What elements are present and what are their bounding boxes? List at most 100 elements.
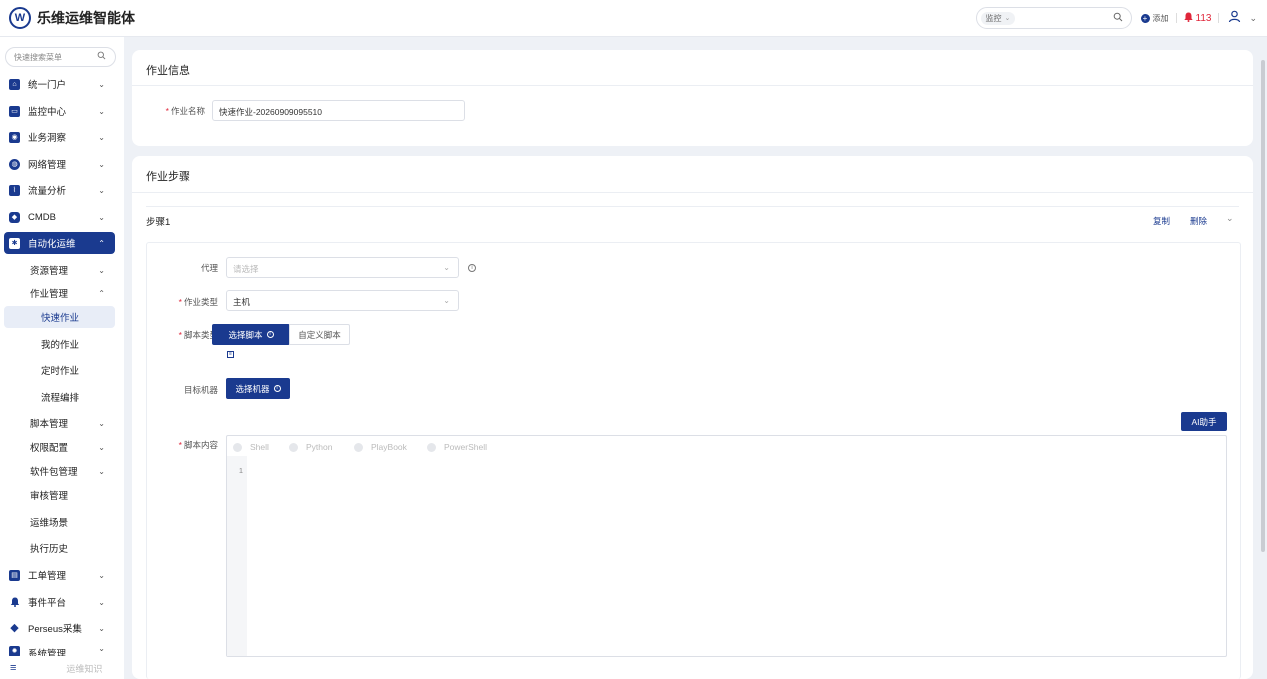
info-icon: i [273, 385, 281, 392]
custom-script-label: 自定义脚本 [298, 329, 341, 340]
proxy-select[interactable]: 请选择 ⌄ [226, 257, 459, 278]
job-info-card: 作业信息 * 作业名称 快速作业-20260909095510 [132, 50, 1253, 146]
lang-radio-shell[interactable]: Shell [233, 442, 269, 452]
chevron-down-icon: ⌄ [98, 79, 105, 89]
editor-gutter: 1 [227, 456, 247, 656]
logo[interactable]: W 乐维运维智能体 [9, 7, 135, 29]
chevron-down-icon: ⌄ [98, 644, 105, 653]
sidebar-item-perseus[interactable]: ◆ Perseus采集 ⌄ [4, 617, 115, 639]
chevron-down-icon[interactable]: ⌄ [1249, 13, 1257, 24]
alarm-button[interactable]: 113 [1183, 12, 1211, 25]
sidebar-subitem-package[interactable]: 软件包管理 ⌄ [4, 460, 115, 482]
sidebar-item-label: 我的作业 [41, 340, 80, 351]
sidebar-item-label: 脚本管理 [30, 419, 69, 430]
chevron-down-icon: ⌄ [98, 442, 105, 452]
chevron-down-icon: ⌄ [98, 185, 105, 195]
gear-icon: ✱ [9, 237, 20, 249]
divider [132, 85, 1253, 86]
sidebar-subitem-scenario[interactable]: 运维场景 [4, 511, 115, 533]
sidebar-item-label: 网络管理 [28, 160, 67, 171]
knowledge-link[interactable]: 运维知识 [66, 662, 102, 675]
job-steps-title: 作业步骤 [146, 171, 190, 183]
sidebar-item-label: 事件平台 [28, 598, 67, 609]
ticket-icon: ▤ [9, 569, 20, 581]
copy-step-button[interactable]: 复制 [1153, 215, 1170, 227]
sidebar-leaf-my-jobs[interactable]: 我的作业 [4, 333, 115, 355]
sidebar-leaf-workflow[interactable]: 流程编排 [4, 386, 115, 408]
plus-icon: + [1140, 13, 1150, 23]
lang-radio-python[interactable]: Python [289, 442, 332, 452]
sidebar-item-label: 监控中心 [28, 107, 67, 118]
chevron-down-icon: ⌄ [98, 212, 105, 222]
delete-step-button[interactable]: 删除 [1190, 215, 1207, 227]
select-script-label: 选择脚本 [228, 329, 263, 340]
proxy-label: 代理 [200, 263, 218, 273]
page-scrollbar[interactable] [1261, 60, 1265, 552]
sidebar-leaf-quick-job[interactable]: 快速作业 [4, 306, 115, 328]
lang-label: Python [306, 442, 333, 452]
sidebar-item-label: 执行历史 [30, 544, 69, 555]
ai-assistant-button[interactable]: AI助手 [1181, 412, 1227, 431]
chevron-down-icon: ⌄ [1004, 15, 1011, 22]
sidebar-item-label: CMDB [28, 211, 56, 223]
sidebar-subitem-job-management[interactable]: 作业管理 ⌃ [4, 282, 115, 304]
job-name-label: * 作业名称 [165, 106, 205, 116]
sidebar-subitem-script[interactable]: 脚本管理 ⌄ [4, 412, 115, 434]
sidebar-item-cmdb[interactable]: ◆ CMDB ⌄ [4, 206, 115, 228]
sidebar-subitem-history[interactable]: 执行历史 [4, 537, 115, 559]
sidebar-item-traffic[interactable]: ⌇ 流量分析 ⌄ [4, 179, 115, 201]
sidebar-item-network[interactable]: ◍ 网络管理 ⌄ [4, 153, 115, 175]
settings-icon: ✹ [9, 646, 20, 656]
menu-search-placeholder: 快速搜索菜单 [14, 53, 62, 62]
sidebar-item-label: 统一门户 [28, 80, 67, 91]
radio-icon [233, 442, 242, 452]
lang-radio-playbook[interactable]: PlayBook [354, 442, 407, 452]
sidebar-item-event[interactable]: 事件平台 ⌄ [4, 591, 115, 613]
cube-icon: ◆ [9, 211, 20, 223]
job-type-select[interactable]: 主机 ⌄ [226, 290, 459, 311]
info-icon[interactable]: i [468, 264, 476, 272]
sidebar-subitem-permission[interactable]: 权限配置 ⌄ [4, 436, 115, 458]
radio-icon [354, 442, 363, 452]
monitor-icon: ▭ [9, 105, 20, 117]
insight-icon: ◉ [9, 131, 20, 143]
user-icon[interactable] [1228, 10, 1241, 26]
sidebar-item-system[interactable]: ✹ 系统管理 ⌄ [4, 642, 115, 656]
chevron-up-icon: ⌃ [98, 238, 105, 248]
collapse-chevron-icon[interactable]: ⌄ [1226, 213, 1234, 224]
divider [132, 192, 1253, 193]
sidebar-item-monitoring[interactable]: ▭ 监控中心 ⌄ [4, 100, 115, 122]
script-file-icon[interactable]: ≡ [227, 351, 234, 358]
menu-fold-icon[interactable]: ≡ [10, 662, 16, 674]
radio-icon [289, 442, 298, 452]
sidebar-item-label: 权限配置 [30, 443, 69, 454]
globe-icon: ◍ [9, 158, 20, 170]
global-search-input[interactable]: 监控 ⌄ [975, 7, 1132, 29]
job-name-value: 快速作业-20260909095510 [219, 107, 323, 117]
select-script-button[interactable]: 选择脚本 i [212, 324, 290, 345]
script-editor[interactable]: Shell Python PlayBook PowerShell 1 [226, 435, 1227, 657]
sidebar-item-business-insight[interactable]: ◉ 业务洞察 ⌄ [4, 126, 115, 148]
lang-radio-powershell[interactable]: PowerShell [427, 442, 487, 452]
custom-script-button[interactable]: 自定义脚本 [289, 324, 350, 345]
search-icon[interactable] [1113, 12, 1123, 25]
search-scope-select[interactable]: 监控 ⌄ [980, 11, 1016, 25]
proxy-placeholder: 请选择 [233, 264, 259, 274]
sidebar-item-automation[interactable]: ✱ 自动化运维 ⌃ [4, 232, 115, 254]
lang-label: PowerShell [444, 442, 487, 452]
sidebar-leaf-scheduled-jobs[interactable]: 定时作业 [4, 359, 115, 381]
lang-label: PlayBook [371, 442, 407, 452]
sidebar-footer: ≡ 运维知识 [0, 657, 124, 679]
select-machine-button[interactable]: 选择机器 i [226, 378, 290, 399]
divider [146, 206, 1239, 207]
sidebar-subitem-resource[interactable]: 资源管理 ⌄ [4, 259, 115, 281]
add-button[interactable]: + 添加 [1140, 13, 1169, 24]
sidebar-subitem-audit[interactable]: 审核管理 [4, 484, 115, 506]
sidebar-item-portal[interactable]: ⌂ 统一门户 ⌄ [4, 73, 115, 95]
chevron-down-icon: ⌄ [98, 159, 105, 169]
lang-label: Shell [250, 442, 269, 452]
bell-icon [1183, 12, 1193, 25]
sidebar-item-ticket[interactable]: ▤ 工单管理 ⌄ [4, 564, 115, 586]
menu-search-input[interactable]: 快速搜索菜单 [5, 47, 116, 67]
job-name-input[interactable]: 快速作业-20260909095510 [212, 100, 465, 121]
